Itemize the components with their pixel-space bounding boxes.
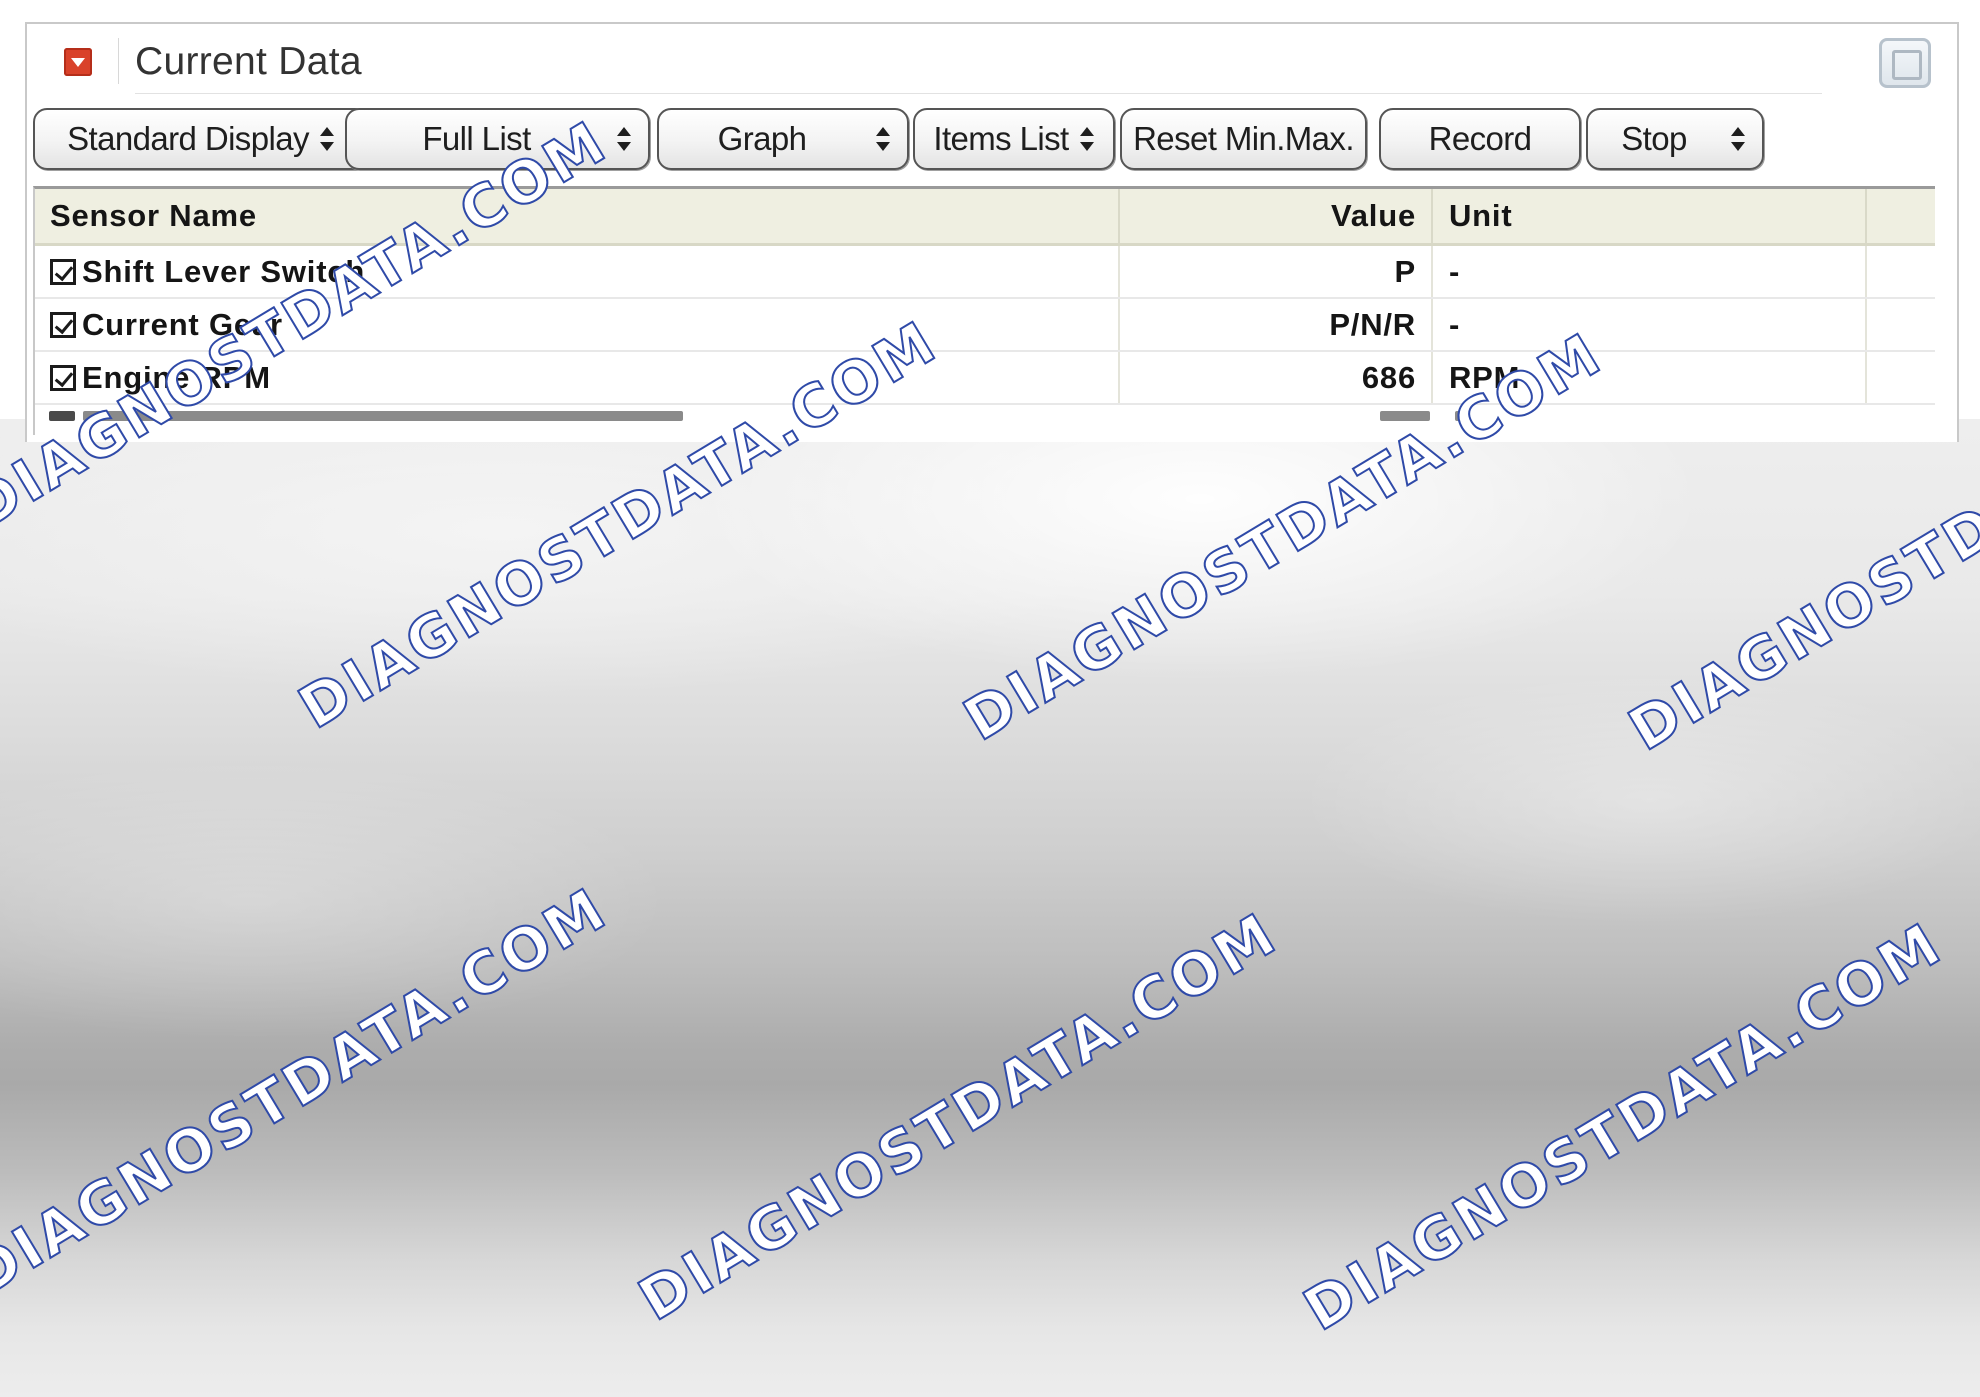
- sensor-name-header[interactable]: Sensor Name: [50, 189, 257, 243]
- stop-select[interactable]: Stop: [1586, 108, 1764, 170]
- standard-display-label: Standard Display: [67, 120, 309, 157]
- collapse-arrow-icon[interactable]: [64, 48, 92, 76]
- select-arrows-icon: [616, 126, 632, 152]
- header-filler: [1865, 189, 1937, 243]
- select-arrows-icon: [875, 126, 891, 152]
- header-rule: [135, 93, 1822, 94]
- value-cell: P/N/R: [1118, 299, 1430, 350]
- table-header: Sensor Name Value Unit: [35, 189, 1935, 246]
- reset-min-max-button[interactable]: Reset Min.Max.: [1120, 108, 1367, 170]
- value-cell: P: [1118, 246, 1430, 297]
- select-arrows-icon: [1730, 126, 1746, 152]
- graph-select[interactable]: Graph: [657, 108, 909, 170]
- unit-cell: -: [1431, 246, 1865, 297]
- unit-cell: -: [1431, 299, 1865, 350]
- items-list-select[interactable]: Items List: [913, 108, 1115, 170]
- row-checkbox[interactable]: [50, 258, 76, 285]
- panel-header: Current Data: [27, 24, 1957, 94]
- restore-window-icon[interactable]: [1879, 38, 1931, 88]
- stop-label: Stop: [1621, 120, 1687, 157]
- row-checkbox[interactable]: [50, 364, 76, 391]
- blurred-background: [0, 419, 1980, 1397]
- row-filler: [1865, 352, 1937, 403]
- items-list-label: Items List: [933, 120, 1069, 157]
- panel-title: Current Data: [135, 40, 362, 83]
- table-row[interactable]: Engine RPM 686 RPM: [35, 352, 1935, 405]
- row-checkbox[interactable]: [50, 311, 76, 338]
- table-row-partial: [35, 405, 1935, 435]
- graph-label: Graph: [717, 120, 807, 157]
- row-filler: [1865, 299, 1937, 350]
- value-cell: 686: [1118, 352, 1430, 403]
- standard-display-select[interactable]: Standard Display: [33, 108, 369, 170]
- reset-min-max-label: Reset Min.Max.: [1133, 120, 1354, 157]
- current-data-panel: Current Data Standard Display Full List …: [25, 22, 1959, 442]
- header-divider: [118, 38, 119, 84]
- select-arrows-icon: [1079, 126, 1095, 152]
- record-button[interactable]: Record: [1379, 108, 1581, 170]
- select-arrows-icon: [319, 126, 335, 152]
- value-header[interactable]: Value: [1118, 189, 1430, 243]
- row-filler: [1865, 246, 1937, 297]
- unit-header[interactable]: Unit: [1431, 189, 1865, 243]
- screen: Current Data Standard Display Full List …: [0, 0, 1980, 1397]
- record-label: Record: [1428, 120, 1532, 157]
